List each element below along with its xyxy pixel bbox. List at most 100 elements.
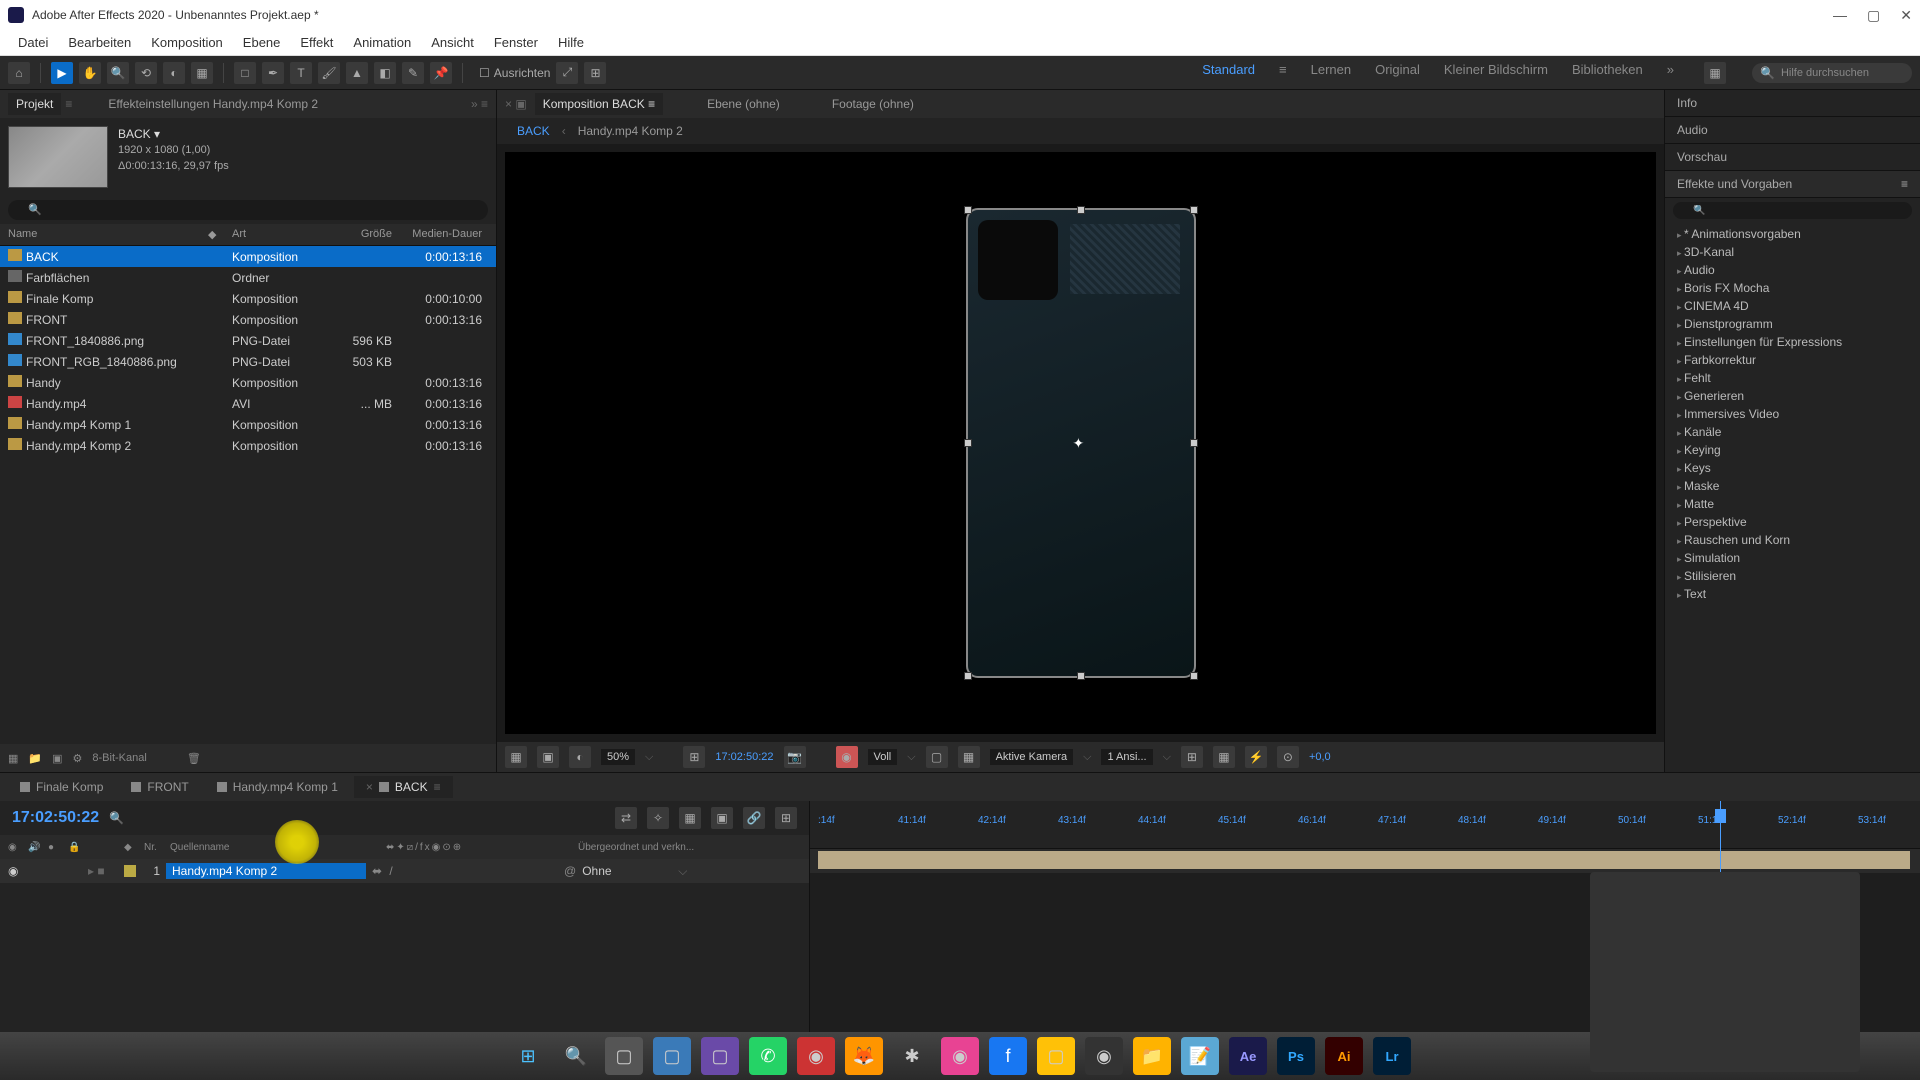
effects-category[interactable]: Matte	[1665, 495, 1920, 513]
app4-icon[interactable]: ▢	[1037, 1037, 1075, 1075]
home-button[interactable]: ⌂	[8, 62, 30, 84]
effects-category[interactable]: Keys	[1665, 459, 1920, 477]
tab-komposition[interactable]: Komposition BACK ≡	[535, 93, 663, 115]
asset-name[interactable]: BACK ▾	[118, 126, 229, 142]
effects-category[interactable]: Perspektive	[1665, 513, 1920, 531]
puppet-tool[interactable]: 📌	[430, 62, 452, 84]
project-row[interactable]: FRONT_1840886.pngPNG-Datei596 KB	[0, 330, 496, 351]
breadcrumb-back[interactable]: BACK	[517, 124, 550, 138]
project-search-input[interactable]	[8, 200, 488, 220]
transparency-icon[interactable]: ▦	[958, 746, 980, 768]
explorer-icon[interactable]: ▢	[653, 1037, 691, 1075]
handle-bc[interactable]	[1077, 672, 1085, 680]
menu-datei[interactable]: Datei	[8, 35, 58, 50]
exposure[interactable]: +0,0	[1309, 751, 1331, 763]
handle-mr[interactable]	[1190, 439, 1198, 447]
channel-icon[interactable]: ◉	[836, 746, 858, 768]
selection-tool[interactable]: ▶	[51, 62, 73, 84]
timeline-tab[interactable]: × BACK ≡	[354, 776, 453, 798]
effects-category[interactable]: Simulation	[1665, 549, 1920, 567]
timeline-tab[interactable]: Finale Komp	[8, 776, 115, 798]
app2-icon[interactable]: ◉	[797, 1037, 835, 1075]
handle-ml[interactable]	[964, 439, 972, 447]
panel-audio[interactable]: Audio	[1665, 117, 1920, 144]
effects-category[interactable]: CINEMA 4D	[1665, 297, 1920, 315]
effects-search-input[interactable]	[1673, 202, 1912, 219]
col-dur[interactable]: Medien-Dauer	[392, 228, 482, 241]
menu-komposition[interactable]: Komposition	[141, 35, 233, 50]
timeline-tab[interactable]: Handy.mp4 Komp 1	[205, 776, 350, 798]
timeline-search-icon[interactable]: 🔍	[109, 811, 124, 825]
fast-icon[interactable]: ⚡	[1245, 746, 1267, 768]
effects-category[interactable]: Farbkorrektur	[1665, 351, 1920, 369]
trash-icon[interactable]: 🗑	[187, 752, 201, 765]
notepad-icon[interactable]: 📝	[1181, 1037, 1219, 1075]
close-button[interactable]: ✕	[1900, 7, 1912, 24]
aftereffects-icon[interactable]: Ae	[1229, 1037, 1267, 1075]
bpc-icon[interactable]: ⚙	[73, 752, 83, 765]
effects-category[interactable]: Generieren	[1665, 387, 1920, 405]
effects-category[interactable]: Boris FX Mocha	[1665, 279, 1920, 297]
eraser-tool[interactable]: ◧	[374, 62, 396, 84]
windows-start-icon[interactable]: ⊞	[509, 1037, 547, 1075]
menu-effekt[interactable]: Effekt	[290, 35, 343, 50]
workspace-panel-icon[interactable]: ▦	[1704, 62, 1726, 84]
res-select[interactable]: Voll	[868, 749, 898, 765]
zoom-tool[interactable]: 🔍	[107, 62, 129, 84]
tl-tool6[interactable]: ⊞	[775, 807, 797, 829]
layer-name[interactable]: Handy.mp4 Komp 2	[166, 863, 366, 879]
timeline-tab[interactable]: FRONT	[119, 776, 200, 798]
camera-select[interactable]: Aktive Kamera	[990, 749, 1074, 765]
zoom-select[interactable]: 50%	[601, 749, 635, 765]
menu-ansicht[interactable]: Ansicht	[421, 35, 484, 50]
workspace-klein[interactable]: Kleiner Bildschirm	[1444, 62, 1548, 84]
viewer-timecode[interactable]: 17:02:50:22	[715, 751, 773, 763]
view-select[interactable]: 1 Ansi...	[1101, 749, 1152, 765]
workspace-bibliotheken[interactable]: Bibliotheken	[1572, 62, 1643, 84]
menu-hilfe[interactable]: Hilfe	[548, 35, 594, 50]
effects-category[interactable]: Dienstprogramm	[1665, 315, 1920, 333]
tab-effekteinstellungen[interactable]: Effekteinstellungen Handy.mp4 Komp 2	[100, 93, 326, 115]
phone-layer[interactable]: ✦	[966, 208, 1196, 678]
handle-tl[interactable]	[964, 206, 972, 214]
photoshop-icon[interactable]: Ps	[1277, 1037, 1315, 1075]
app3-icon[interactable]: ✱	[893, 1037, 931, 1075]
handle-tc[interactable]	[1077, 206, 1085, 214]
resolution-icon[interactable]: ⊞	[683, 746, 705, 768]
project-row[interactable]: BACKKomposition0:00:13:16	[0, 246, 496, 267]
timeline-layer-row[interactable]: ◉ ▸ ■ 1 Handy.mp4 Komp 2 ⬌ / @ Ohne ⌵	[0, 859, 809, 883]
col-name[interactable]: Name	[8, 228, 208, 241]
stamp-tool[interactable]: ▲	[346, 62, 368, 84]
guides-icon[interactable]: ⊞	[1181, 746, 1203, 768]
align-checkbox[interactable]: ☐Ausrichten	[479, 66, 550, 80]
workspace-standard[interactable]: Standard	[1202, 62, 1255, 84]
illustrator-icon[interactable]: Ai	[1325, 1037, 1363, 1075]
parent-select[interactable]: Ohne	[582, 864, 672, 878]
text-tool[interactable]: T	[290, 62, 312, 84]
folder-icon[interactable]: 📁	[1133, 1037, 1171, 1075]
project-row[interactable]: Handy.mp4AVI... MB0:00:13:16	[0, 393, 496, 414]
snapshot-icon[interactable]: 📷	[784, 746, 806, 768]
minimize-button[interactable]: —	[1833, 7, 1847, 24]
hand-tool[interactable]: ✋	[79, 62, 101, 84]
breadcrumb-handy[interactable]: Handy.mp4 Komp 2	[578, 124, 683, 138]
obs-icon[interactable]: ◉	[1085, 1037, 1123, 1075]
composition-viewer[interactable]: ✦	[505, 152, 1656, 734]
messenger-icon[interactable]: ◉	[941, 1037, 979, 1075]
taskview-icon[interactable]: ▢	[605, 1037, 643, 1075]
effects-category[interactable]: Maske	[1665, 477, 1920, 495]
effects-category[interactable]: Fehlt	[1665, 369, 1920, 387]
project-row[interactable]: Finale KompKomposition0:00:10:00	[0, 288, 496, 309]
panel-info[interactable]: Info	[1665, 90, 1920, 117]
roi-icon[interactable]: ▢	[926, 746, 948, 768]
tl-tool5[interactable]: 🔗	[743, 807, 765, 829]
workspace-lernen[interactable]: Lernen	[1311, 62, 1351, 84]
timeline-ruler[interactable]: :14f41:14f42:14f43:14f44:14f45:14f46:14f…	[810, 801, 1920, 849]
menu-bearbeiten[interactable]: Bearbeiten	[58, 35, 141, 50]
effects-category[interactable]: Text	[1665, 585, 1920, 603]
menu-fenster[interactable]: Fenster	[484, 35, 548, 50]
new-folder-icon[interactable]: 📁	[28, 752, 42, 765]
effects-category[interactable]: Kanäle	[1665, 423, 1920, 441]
tl-tool1[interactable]: ⇄	[615, 807, 637, 829]
effects-category[interactable]: Einstellungen für Expressions	[1665, 333, 1920, 351]
